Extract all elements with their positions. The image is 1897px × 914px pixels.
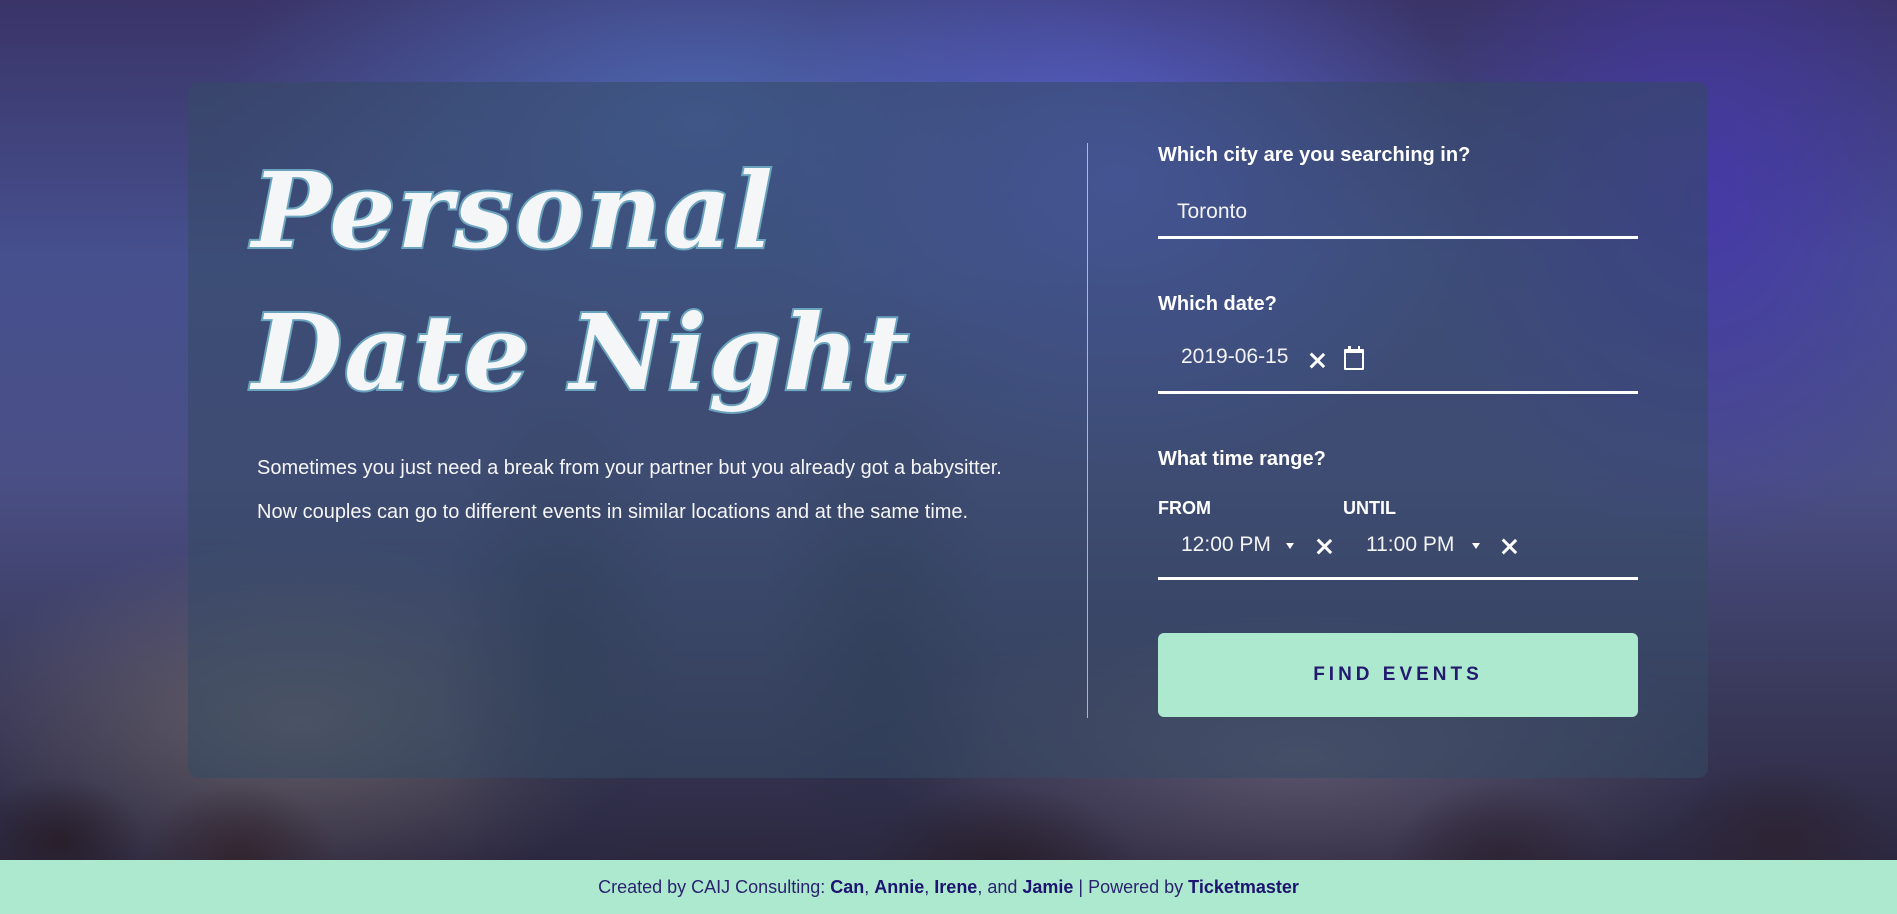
page-title: Personal Date Night <box>250 140 911 424</box>
until-time-dropdown-caret-icon[interactable] <box>1472 543 1480 549</box>
footer-separator: , <box>924 876 935 897</box>
clear-date-icon[interactable] <box>1307 350 1327 370</box>
from-time-dropdown-caret-icon[interactable] <box>1286 543 1294 549</box>
hero-description: Sometimes you just need a break from you… <box>257 457 1002 523</box>
footer: Created by CAIJ Consulting: Can , Annie … <box>0 860 1897 914</box>
city-input[interactable] <box>1158 190 1638 234</box>
footer-powered-text: | Powered by <box>1073 876 1189 897</box>
title-line-2: Date Night <box>250 289 911 416</box>
calendar-icon[interactable] <box>1344 346 1364 370</box>
footer-created-text: Created by CAIJ Consulting: <box>598 876 831 897</box>
footer-ticketmaster-link[interactable]: Ticketmaster <box>1188 877 1299 898</box>
footer-name-annie[interactable]: Annie <box>874 877 924 898</box>
date-input[interactable]: 2019-06-15 <box>1181 345 1291 369</box>
footer-name-jamie[interactable]: Jamie <box>1022 877 1073 898</box>
from-label: FROM <box>1158 498 1211 518</box>
footer-separator: , <box>864 876 875 897</box>
time-range-label: What time range? <box>1158 448 1326 470</box>
footer-name-irene[interactable]: Irene <box>934 877 977 898</box>
footer-separator: , and <box>977 876 1023 897</box>
city-label: Which city are you searching in? <box>1158 144 1471 166</box>
from-time-input[interactable]: 12:00 PM <box>1181 533 1271 557</box>
date-underline <box>1158 391 1638 394</box>
card-divider <box>1087 143 1088 718</box>
city-underline <box>1158 236 1638 239</box>
footer-name-can[interactable]: Can <box>830 877 864 898</box>
clear-until-time-icon[interactable] <box>1499 536 1519 556</box>
date-label: Which date? <box>1158 293 1277 315</box>
title-line-1: Personal <box>250 147 775 274</box>
until-label: UNTIL <box>1343 498 1396 518</box>
time-underline <box>1158 577 1638 580</box>
find-events-button[interactable]: FIND EVENTS <box>1158 633 1638 717</box>
until-time-input[interactable]: 11:00 PM <box>1366 533 1454 557</box>
clear-from-time-icon[interactable] <box>1314 536 1334 556</box>
